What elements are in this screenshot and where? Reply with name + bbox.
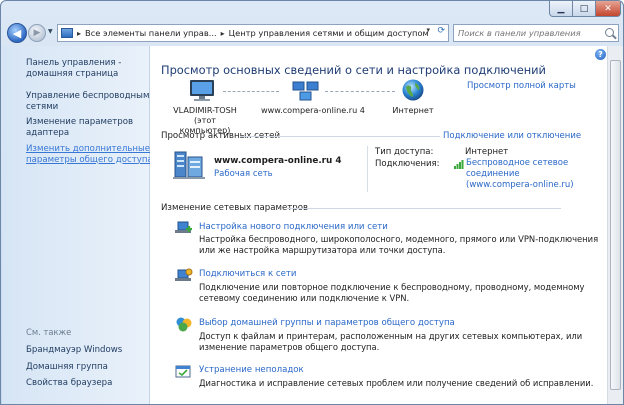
task-connect-desc: Подключение или повторное подключение к …	[199, 282, 585, 303]
task-homegroup-desc: Доступ к файлам и принтерам, расположенн…	[199, 331, 583, 352]
close-button[interactable]: ✕	[595, 1, 621, 17]
page-title: Просмотр основных сведений о сети и наст…	[161, 63, 546, 77]
back-button[interactable]: ◀	[7, 23, 27, 43]
access-type-value: Интернет	[465, 147, 509, 157]
search-box[interactable]	[453, 24, 619, 42]
search-input[interactable]	[454, 25, 594, 41]
task-connect-to-network[interactable]: Подключиться к сети	[199, 269, 296, 279]
address-dropdown-icon[interactable]: ▾	[426, 26, 430, 34]
signal-strength-icon	[454, 160, 464, 169]
minimize-button[interactable]: ▁	[549, 1, 573, 17]
network-name-label: www.compera-online.ru 4	[261, 105, 365, 115]
help-icon[interactable]: ?	[595, 49, 606, 60]
navigation-bar: ◀ ▶ ▼ ▸ Все элементы панели управ... ▸ Ц…	[1, 20, 623, 46]
window: ▁ □ ✕ ◀ ▶ ▼ ▸ Все элементы панели управ.…	[0, 0, 624, 405]
see-also-heading: См. также	[26, 327, 72, 337]
connection-line	[325, 91, 395, 92]
see-also-browser[interactable]: Свойства браузера	[26, 378, 112, 389]
address-bar[interactable]: ▸ Все элементы панели управ... ▸ Центр у…	[57, 24, 449, 42]
homegroup-icon	[176, 317, 192, 332]
maximize-button[interactable]: □	[572, 1, 596, 17]
breadcrumb-separator[interactable]: ▸	[77, 29, 81, 38]
divider	[240, 136, 440, 137]
control-panel-icon	[61, 28, 73, 38]
wireless-connection-link[interactable]: Беспроводное сетевое соединение (www.com…	[466, 158, 574, 191]
divider	[287, 208, 561, 209]
breadcrumb-network-center[interactable]: Центр управления сетями и общим доступом	[229, 28, 429, 38]
vertical-divider	[367, 146, 368, 192]
forward-button[interactable]: ▶	[28, 24, 46, 42]
title-bar: ▁ □ ✕	[1, 1, 623, 19]
see-also-homegroup[interactable]: Домашняя группа	[26, 362, 108, 373]
network-icon	[292, 81, 319, 101]
search-icon[interactable]	[605, 28, 614, 37]
task-homegroup-sharing[interactable]: Выбор домашней группы и параметров общег…	[199, 318, 455, 328]
work-network-icon	[173, 151, 205, 179]
network-type-link[interactable]: Рабочая сеть	[214, 169, 273, 179]
internet-label: Интернет	[392, 105, 434, 115]
breadcrumb-all-items[interactable]: Все элементы панели управ...	[85, 28, 217, 38]
connect-disconnect-link[interactable]: Подключение или отключение	[443, 131, 581, 141]
sidebar-item-wireless[interactable]: Управление беспроводными сетями	[26, 91, 155, 112]
sidebar-item-adapter[interactable]: Изменение параметров адаптера	[26, 117, 133, 138]
full-map-link[interactable]: Просмотр полной карты	[467, 81, 576, 91]
new-connection-icon	[175, 221, 192, 233]
computer-icon	[190, 80, 214, 101]
scrollbar[interactable]	[607, 46, 623, 404]
sidebar-item-sharing[interactable]: Изменить дополнительные параметры общего…	[26, 144, 153, 165]
scroll-thumb[interactable]	[610, 60, 621, 390]
connect-network-icon	[175, 268, 193, 281]
see-also-firewall[interactable]: Брандмауэр Windows	[26, 345, 122, 356]
globe-icon	[402, 79, 424, 101]
task-new-connection[interactable]: Настройка нового подключения или сети	[199, 222, 388, 232]
task-new-connection-desc: Настройка беспроводного, широкополосного…	[199, 234, 599, 255]
recent-pages-dropdown[interactable]: ▼	[48, 28, 53, 35]
connection-line	[223, 91, 279, 92]
change-settings-heading: Изменение сетевых параметров	[161, 203, 309, 213]
task-troubleshoot-desc: Диагностика и исправление сетевых пробле…	[199, 378, 594, 388]
refresh-icon[interactable]: ⟳	[437, 26, 445, 36]
breadcrumb-separator[interactable]: ▸	[221, 29, 225, 38]
active-network-name: www.compera-online.ru 4	[214, 156, 342, 166]
troubleshoot-icon	[175, 365, 191, 378]
sidebar-home-link[interactable]: Панель управления - домашняя страница	[26, 58, 121, 79]
connections-label: Подключения:	[375, 159, 440, 169]
task-troubleshoot[interactable]: Устранение неполадок	[199, 365, 304, 375]
access-type-label: Тип доступа:	[375, 147, 434, 157]
